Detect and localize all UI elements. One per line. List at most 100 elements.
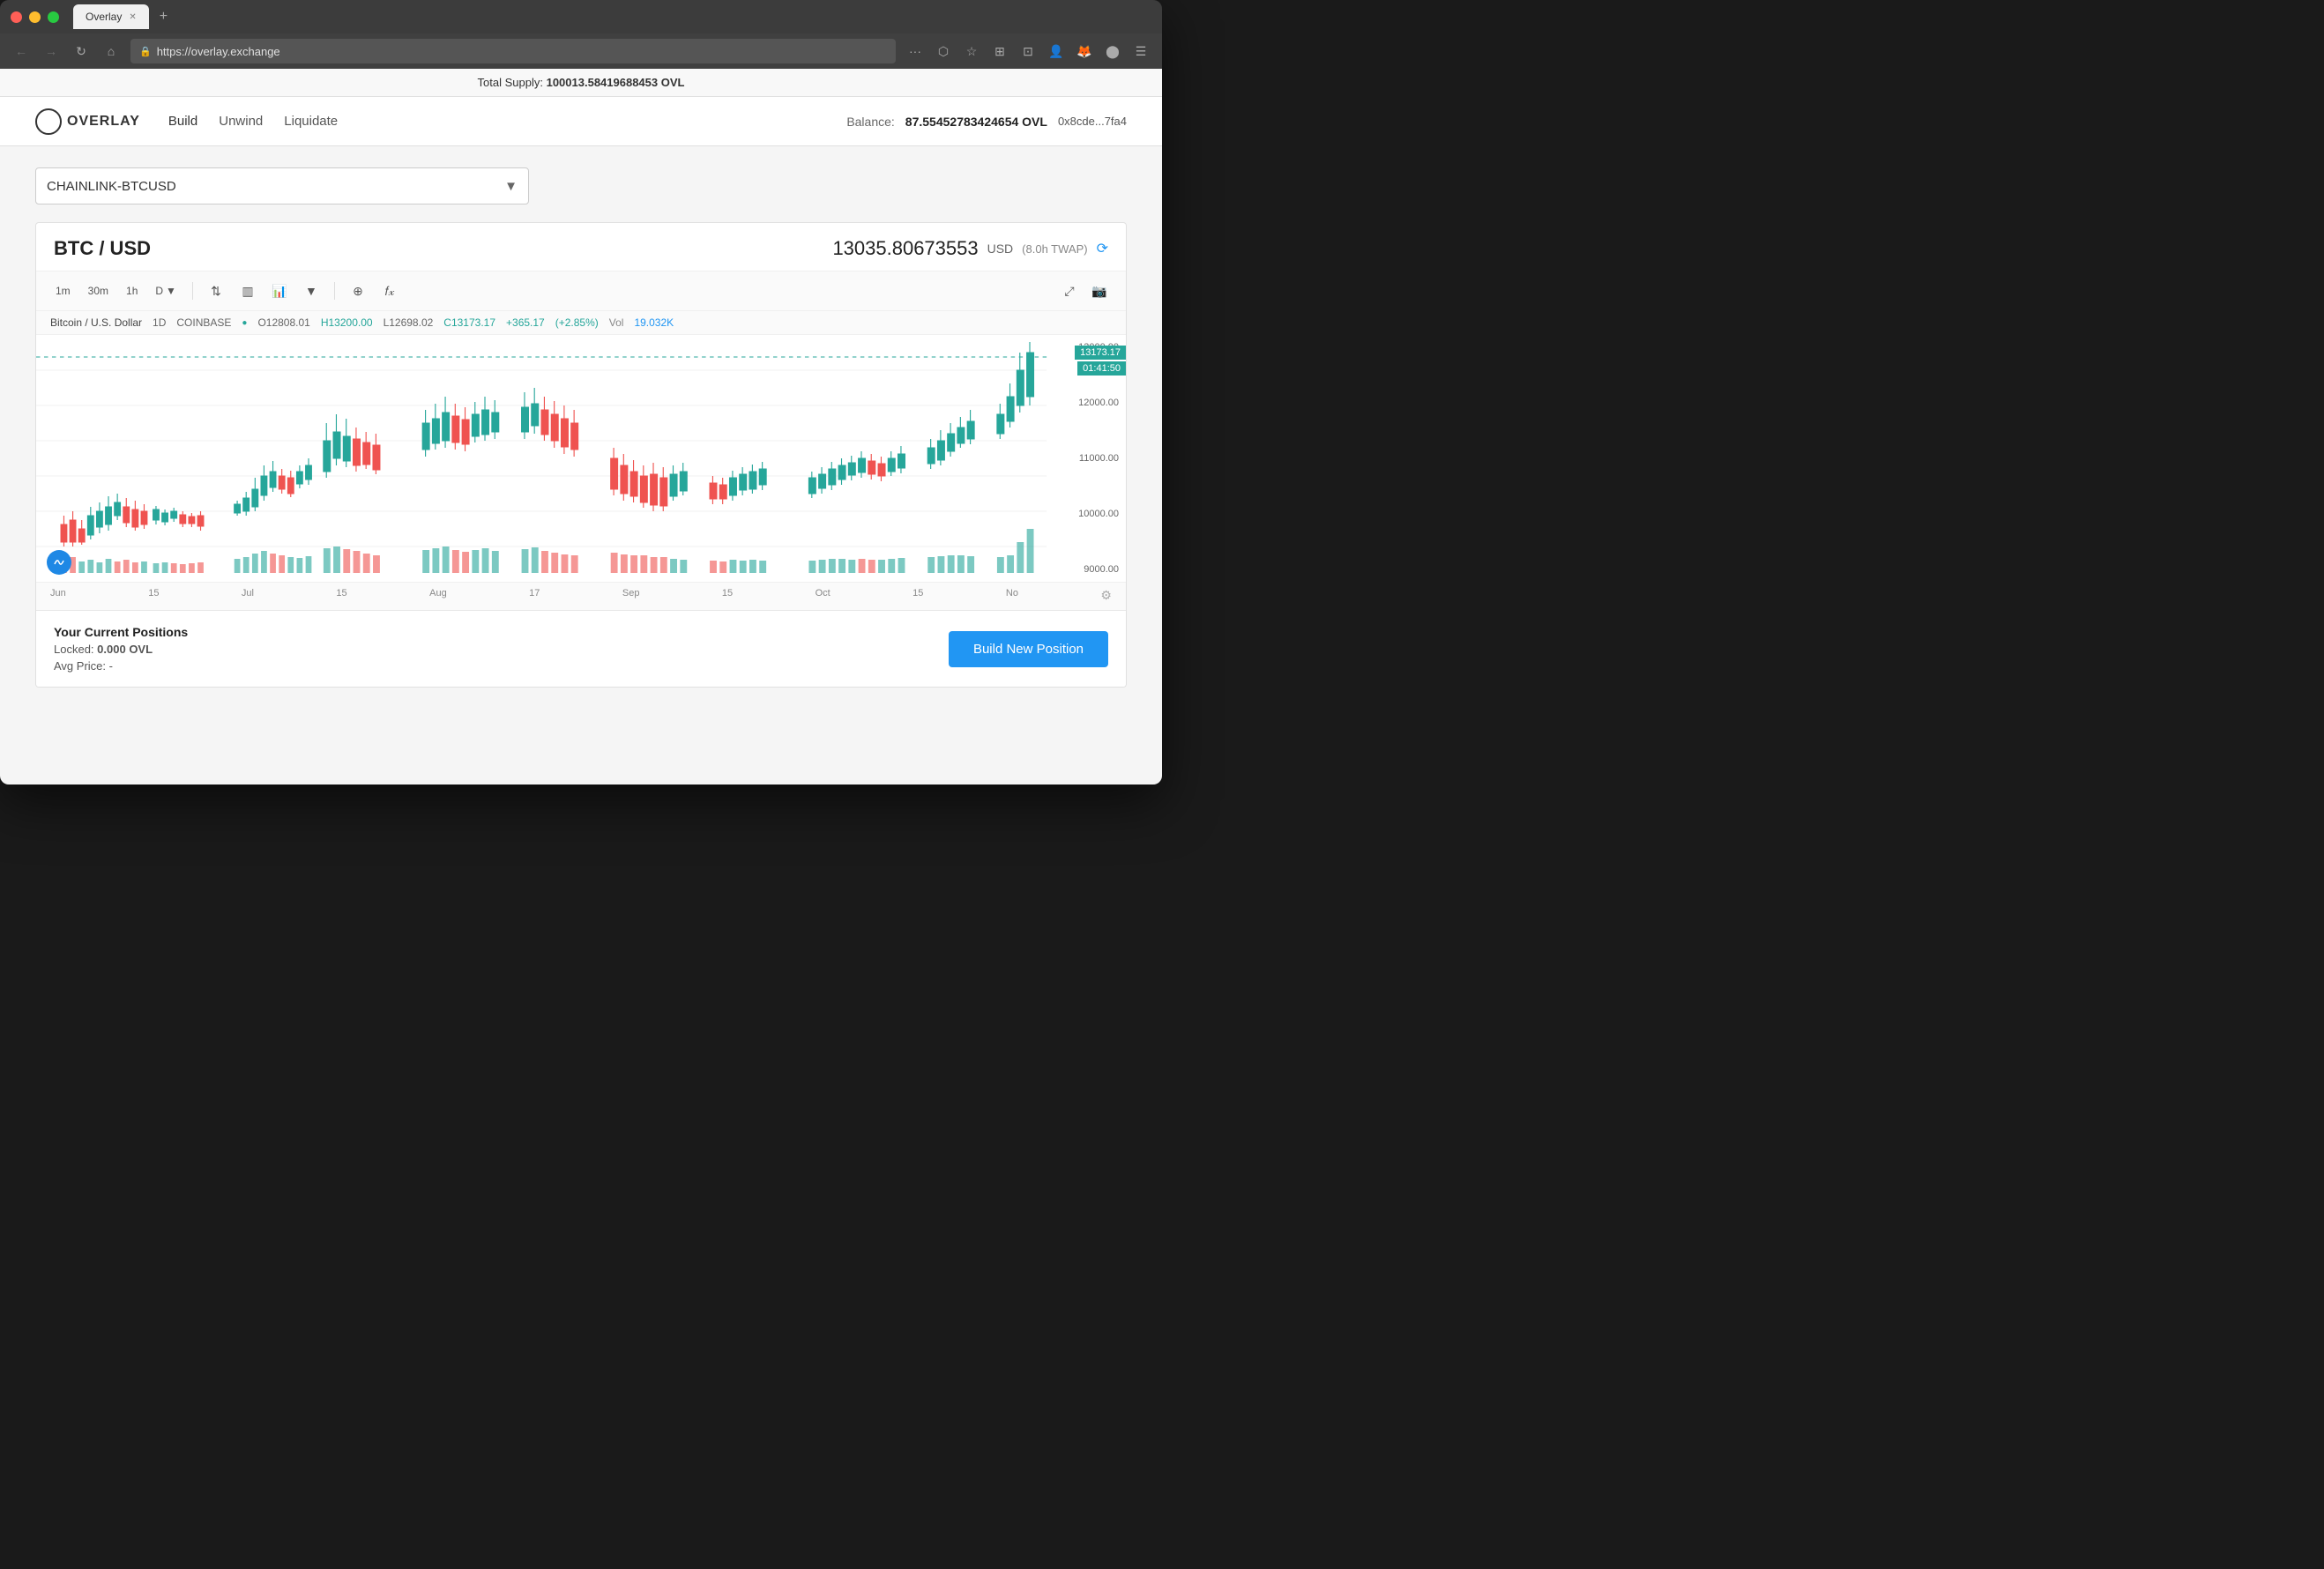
bookmarks-icon[interactable]: ⊞ (989, 41, 1010, 62)
locked-value: 0.000 OVL (97, 643, 153, 656)
add-indicator-button[interactable]: ⊕ (346, 279, 370, 303)
top-banner: Total Supply: 100013.58419688453 OVL (0, 69, 1162, 97)
x-label-15b: 15 (336, 588, 346, 603)
chart-area[interactable]: 13000.00 12000.00 11000.00 10000.00 9000… (36, 335, 1126, 582)
tab-bar: Overlay ✕ + (73, 4, 1151, 29)
tab-title: Overlay (86, 11, 122, 23)
screenshot-icon[interactable]: 📷 (1087, 279, 1112, 303)
header-right: Balance: 87.55452783424654 OVL 0x8cde...… (846, 115, 1127, 129)
browser-actions: ··· ⬡ ☆ ⊞ ⊡ 👤 🦊 ⬤ ☰ (905, 41, 1151, 62)
active-tab[interactable]: Overlay ✕ (73, 4, 149, 29)
logo: OVERLAY (35, 108, 140, 135)
market-selector-wrap: CHAINLINK-BTCUSD ▼ (35, 167, 1127, 204)
page-content: Total Supply: 100013.58419688453 OVL OVE… (0, 69, 1162, 784)
position-title: Your Current Positions (54, 625, 188, 639)
profile-icon[interactable]: 👤 (1046, 41, 1067, 62)
wallet-address[interactable]: 0x8cde...7fa4 (1058, 115, 1127, 128)
chart-header: BTC / USD 13035.80673553 USD (8.0h TWAP)… (36, 223, 1126, 271)
nav-build[interactable]: Build (168, 114, 197, 129)
maximize-traffic-light[interactable] (48, 11, 59, 23)
pocket-icon[interactable]: ⬡ (933, 41, 954, 62)
price-level-2: 10000.00 (1062, 509, 1119, 519)
chart-toolbar: 1m 30m 1h D ▼ ⇅ ▥ 📊 ▼ ⊕ 𝑓𝓍 (36, 271, 1126, 311)
app-header: OVERLAY Build Unwind Liquidate Balance: … (0, 97, 1162, 146)
nav-liquidate[interactable]: Liquidate (284, 114, 338, 129)
ohlcv-open: O12808.01 (257, 316, 309, 329)
containers-icon[interactable]: ⊡ (1017, 41, 1039, 62)
indicators-icon[interactable]: ⇅ (204, 279, 228, 303)
bookmark-icon[interactable]: ☆ (961, 41, 982, 62)
traffic-lights (11, 11, 59, 23)
function-icon[interactable]: 𝑓𝓍 (377, 279, 402, 303)
vol-value: 19.032K (634, 316, 674, 329)
x-label-aug: Aug (429, 588, 447, 603)
chart-type-bars-icon[interactable]: ▥ (235, 279, 260, 303)
build-new-position-button[interactable]: Build New Position (949, 631, 1108, 667)
main-content: CHAINLINK-BTCUSD ▼ BTC / USD 13035.80673… (0, 146, 1162, 784)
timeframe-1h[interactable]: 1h (121, 282, 143, 300)
refresh-icon[interactable]: ⟳ (1097, 240, 1108, 257)
chart-watermark (47, 550, 71, 575)
more-actions-button[interactable]: ··· (905, 41, 926, 62)
ohlcv-timeframe: 1D (153, 316, 166, 329)
chart-container: BTC / USD 13035.80673553 USD (8.0h TWAP)… (35, 222, 1127, 688)
chart-type-candles-icon[interactable]: 📊 (267, 279, 292, 303)
tab-close-icon[interactable]: ✕ (129, 12, 136, 22)
price-level-3: 11000.00 (1062, 453, 1119, 464)
x-label-jul: Jul (242, 588, 254, 603)
position-bar: Your Current Positions Locked: 0.000 OVL… (36, 610, 1126, 687)
toolbar-separator-2 (334, 282, 335, 300)
market-selector[interactable]: CHAINLINK-BTCUSD ▼ (35, 167, 529, 204)
reload-button[interactable]: ↻ (71, 41, 92, 62)
locked-detail: Locked: 0.000 OVL (54, 643, 188, 656)
candlestick-chart (36, 335, 1126, 582)
timeframe-30m[interactable]: 30m (83, 282, 114, 300)
chart-price-value: 13035.80673553 (832, 237, 978, 260)
ohlcv-bar: Bitcoin / U.S. Dollar 1D COINBASE ● O128… (36, 311, 1126, 335)
timeframe-D-select[interactable]: D ▼ (150, 282, 182, 300)
ohlcv-low: L12698.02 (384, 316, 434, 329)
logo-circle (35, 108, 62, 135)
home-button[interactable]: ⌂ (101, 41, 122, 62)
market-selector-value: CHAINLINK-BTCUSD (47, 179, 176, 194)
nav-unwind[interactable]: Unwind (219, 114, 263, 129)
minimize-traffic-light[interactable] (29, 11, 41, 23)
vol-label: Vol (609, 316, 624, 329)
position-info: Your Current Positions Locked: 0.000 OVL… (54, 625, 188, 673)
chevron-down-icon: ▼ (504, 179, 518, 194)
total-supply-value: 100013.58419688453 OVL (547, 76, 685, 89)
url-bar[interactable]: 🔒 https://overlay.exchange (130, 39, 896, 63)
logo-text: OVERLAY (67, 114, 140, 130)
address-bar: ← → ↻ ⌂ 🔒 https://overlay.exchange ··· ⬡… (0, 33, 1162, 69)
x-label-no: No (1006, 588, 1018, 603)
time-tag: 01:41:50 (1077, 361, 1126, 376)
locked-label: Locked: (54, 643, 94, 656)
new-tab-button[interactable]: + (153, 5, 175, 28)
fox-icon[interactable]: 🦊 (1074, 41, 1095, 62)
total-supply-prefix: Total Supply: (478, 76, 547, 89)
fullscreen-icon[interactable]: ⤢ (1057, 279, 1082, 303)
price-level-4: 12000.00 (1062, 398, 1119, 408)
chart-price-info: 13035.80673553 USD (8.0h TWAP) ⟳ (832, 237, 1108, 260)
ohlcv-live-dot: ● (242, 318, 247, 328)
browser-frame: Overlay ✕ + ← → ↻ ⌂ 🔒 https://overlay.ex… (0, 0, 1162, 784)
title-bar: Overlay ✕ + (0, 0, 1162, 33)
ohlcv-close: C13173.17 (443, 316, 495, 329)
x-label-15a: 15 (148, 588, 159, 603)
avg-price-label: Avg Price: (54, 659, 106, 673)
avg-price-detail: Avg Price: - (54, 659, 188, 673)
timeframe-1m[interactable]: 1m (50, 282, 76, 300)
x-label-oct: Oct (816, 588, 831, 603)
chart-title: BTC / USD (54, 237, 151, 260)
chart-type-dropdown-icon[interactable]: ▼ (299, 279, 324, 303)
back-button[interactable]: ← (11, 41, 32, 62)
toolbar-right: ⤢ 📷 (1057, 279, 1112, 303)
x-axis: Jun 15 Jul 15 Aug 17 Sep 15 Oct 15 No ⚙ (36, 582, 1126, 610)
menu-icon[interactable]: ☰ (1130, 41, 1151, 62)
forward-button[interactable]: → (41, 41, 62, 62)
chart-settings-icon[interactable]: ⚙ (1100, 588, 1112, 603)
price-level-1: 9000.00 (1062, 564, 1119, 575)
close-traffic-light[interactable] (11, 11, 22, 23)
extension-icon[interactable]: ⬤ (1102, 41, 1123, 62)
ohlcv-change-pct: (+2.85%) (555, 316, 599, 329)
